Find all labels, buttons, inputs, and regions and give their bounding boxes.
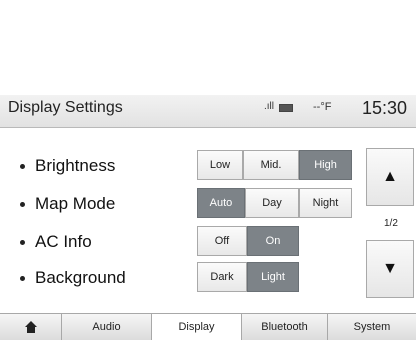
tab-home[interactable] [0,314,62,340]
brightness-mid-button[interactable]: Mid. [243,150,299,180]
tab-audio[interactable]: Audio [62,314,152,340]
tab-display[interactable]: Display [152,314,242,340]
bullet-icon [20,202,25,208]
bullet-icon [20,276,25,282]
temperature-readout: --°F [313,101,332,113]
battery-icon [279,104,293,112]
tab-bar: Audio Display Bluetooth System [0,313,416,340]
brightness-label: Brightness [20,156,115,176]
arrow-up-icon: ▲ [382,168,398,185]
scroll-down-button[interactable]: ▼ [366,240,414,298]
page-indicator: 1/2 [384,218,398,229]
ac-info-on-button[interactable]: On [247,226,299,256]
background-dark-button[interactable]: Dark [197,262,247,292]
ac-info-off-button[interactable]: Off [197,226,247,256]
home-icon [24,321,37,333]
brightness-high-button[interactable]: High [299,150,352,180]
ac-info-label: AC Info [20,232,92,252]
tab-system[interactable]: System [328,314,416,340]
scroll-up-button[interactable]: ▲ [366,148,414,206]
signal-icon: .ıll [264,101,274,112]
bullet-icon [20,164,25,170]
arrow-down-icon: ▼ [382,260,398,277]
map-mode-auto-button[interactable]: Auto [197,188,245,218]
background-label: Background [20,268,126,288]
clock: 15:30 [362,98,408,118]
tab-bluetooth[interactable]: Bluetooth [242,314,328,340]
bullet-icon [20,240,25,246]
header-bar: Display Settings .ıll --°F 15:30 [0,95,416,128]
map-mode-day-button[interactable]: Day [245,188,299,218]
background-light-button[interactable]: Light [247,262,299,292]
page-title: Display Settings [8,99,123,116]
map-mode-label: Map Mode [20,194,115,214]
brightness-low-button[interactable]: Low [197,150,243,180]
map-mode-night-button[interactable]: Night [299,188,352,218]
